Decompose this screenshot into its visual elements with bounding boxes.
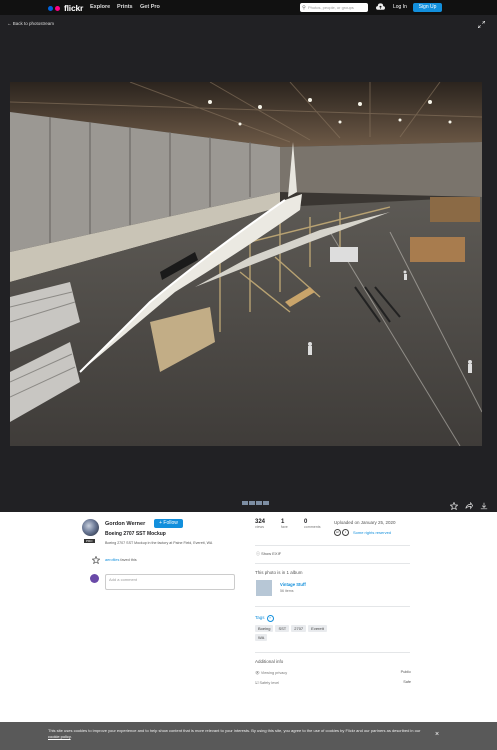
tag[interactable]: WA — [255, 634, 268, 641]
viewing-privacy-row: 👁 Viewing privacy Public — [255, 670, 411, 675]
stat-faves: 1 fave — [281, 519, 288, 529]
additional-info-title: Additional info — [255, 659, 284, 664]
expand-icon[interactable] — [478, 21, 485, 28]
cookie-banner: This site uses cookies to improve your e… — [0, 722, 497, 750]
logo-blue-dot — [48, 5, 53, 11]
stat-label: fave — [281, 525, 288, 529]
tag[interactable]: 2707 — [291, 625, 307, 632]
owner-avatar[interactable] — [82, 519, 99, 536]
show-exif-label: Show EXIF — [261, 551, 282, 556]
cookie-message: This site uses cookies to improve your e… — [48, 728, 421, 733]
license-info[interactable]: cc i Some rights reserved — [334, 529, 391, 536]
album-section-title: This photo is in 1 album — [255, 570, 303, 575]
privacy-icon: 👁 — [255, 671, 260, 675]
owner-name[interactable]: Gordon Werner — [105, 521, 145, 527]
stat-views: 324 views — [255, 519, 265, 529]
row-value: Public — [400, 670, 411, 674]
fave-user-link[interactable]: aerofiles — [105, 558, 119, 562]
logo-pink-dot — [55, 5, 60, 11]
cookie-text: This site uses cookies to improve your e… — [48, 728, 433, 740]
tags-help-icon[interactable]: ? — [266, 615, 274, 622]
tag[interactable]: Everett — [308, 625, 327, 632]
close-icon[interactable]: × — [435, 731, 439, 738]
logo-text: flickr — [64, 3, 84, 13]
photo-viewer: ← Back to photostream — [0, 15, 497, 512]
faves-summary: aerofiles faved this — [105, 558, 137, 562]
photo-title: Boeing 2707 SST Mockup — [105, 531, 166, 537]
row-label: Viewing privacy — [260, 671, 288, 675]
nav-explore[interactable]: Explore — [90, 4, 110, 10]
fave-star-icon — [92, 556, 100, 564]
commenter-avatar — [90, 574, 99, 583]
tags-section-title: Tags? — [255, 615, 274, 622]
album-name[interactable]: Vintage Stuff — [280, 582, 306, 587]
download-icon[interactable] — [480, 502, 488, 510]
nav-prints[interactable]: Prints — [117, 4, 133, 10]
album-count: 56 items — [280, 589, 294, 593]
main-photo[interactable] — [10, 82, 482, 446]
cookie-end: . — [70, 734, 72, 739]
tag[interactable]: Boeing — [255, 625, 274, 632]
thumbnail[interactable] — [256, 501, 262, 505]
share-icon[interactable] — [465, 502, 473, 510]
cookie-policy-link[interactable]: cookie policy — [48, 734, 71, 739]
thumbnail[interactable] — [263, 501, 269, 505]
stat-label: views — [255, 525, 264, 529]
flickr-logo[interactable]: flickr — [48, 3, 83, 13]
divider — [255, 545, 410, 546]
row-label: Safety level — [259, 681, 280, 685]
divider — [255, 563, 410, 564]
stat-label: comments — [304, 525, 321, 529]
show-exif-link[interactable]: ⓘ Show EXIF — [256, 551, 281, 557]
follow-button[interactable]: + Follow — [154, 519, 183, 528]
nav-get-pro[interactable]: Get Pro — [140, 4, 160, 10]
photo-description: Boeing 2707 SST Mockup in the factory at… — [105, 541, 213, 545]
search-placeholder: Photos, people, or groups — [308, 5, 354, 10]
cc-by-icon: i — [342, 529, 349, 536]
search-icon[interactable]: ⚲ — [300, 5, 308, 11]
top-navigation-bar: flickr Explore Prints Get Pro ⚲ Photos, … — [0, 0, 497, 15]
upload-icon[interactable] — [376, 3, 385, 11]
star-icon[interactable] — [450, 502, 458, 510]
stat-comments: 0 comments — [304, 519, 321, 529]
license-link[interactable]: Some rights reserved — [353, 530, 391, 535]
tags-title: Tags — [255, 615, 265, 620]
safety-icon: ☑ — [255, 681, 259, 685]
divider — [255, 652, 410, 653]
divider — [255, 606, 410, 607]
comment-input[interactable]: Add a comment — [105, 574, 235, 590]
faves-suffix: faved this — [120, 558, 137, 562]
comment-placeholder: Add a comment — [109, 577, 138, 582]
pro-badge: PRO — [84, 539, 95, 543]
thumbnail[interactable] — [249, 501, 255, 505]
back-label: Back to photostream — [12, 21, 55, 26]
login-link[interactable]: Log In — [393, 4, 407, 10]
tag[interactable]: SST — [275, 625, 290, 632]
search-input[interactable]: ⚲ Photos, people, or groups — [300, 3, 368, 12]
safety-level-row: ☑ Safety level Safe — [255, 680, 411, 685]
photo-details-panel — [0, 512, 497, 722]
signup-button[interactable]: Sign Up — [413, 3, 442, 12]
thumbnail[interactable] — [242, 501, 248, 505]
cc-icon: cc — [334, 529, 341, 536]
photo-thumbnails[interactable] — [242, 501, 269, 505]
row-value: Safe — [403, 680, 411, 684]
album-thumbnail[interactable] — [256, 580, 272, 596]
upload-date: Uploaded on January 25, 2020 — [334, 520, 396, 525]
tag-list: Boeing SST 2707 Everett WA — [255, 625, 335, 641]
back-to-photostream-link[interactable]: ← Back to photostream — [7, 21, 54, 26]
